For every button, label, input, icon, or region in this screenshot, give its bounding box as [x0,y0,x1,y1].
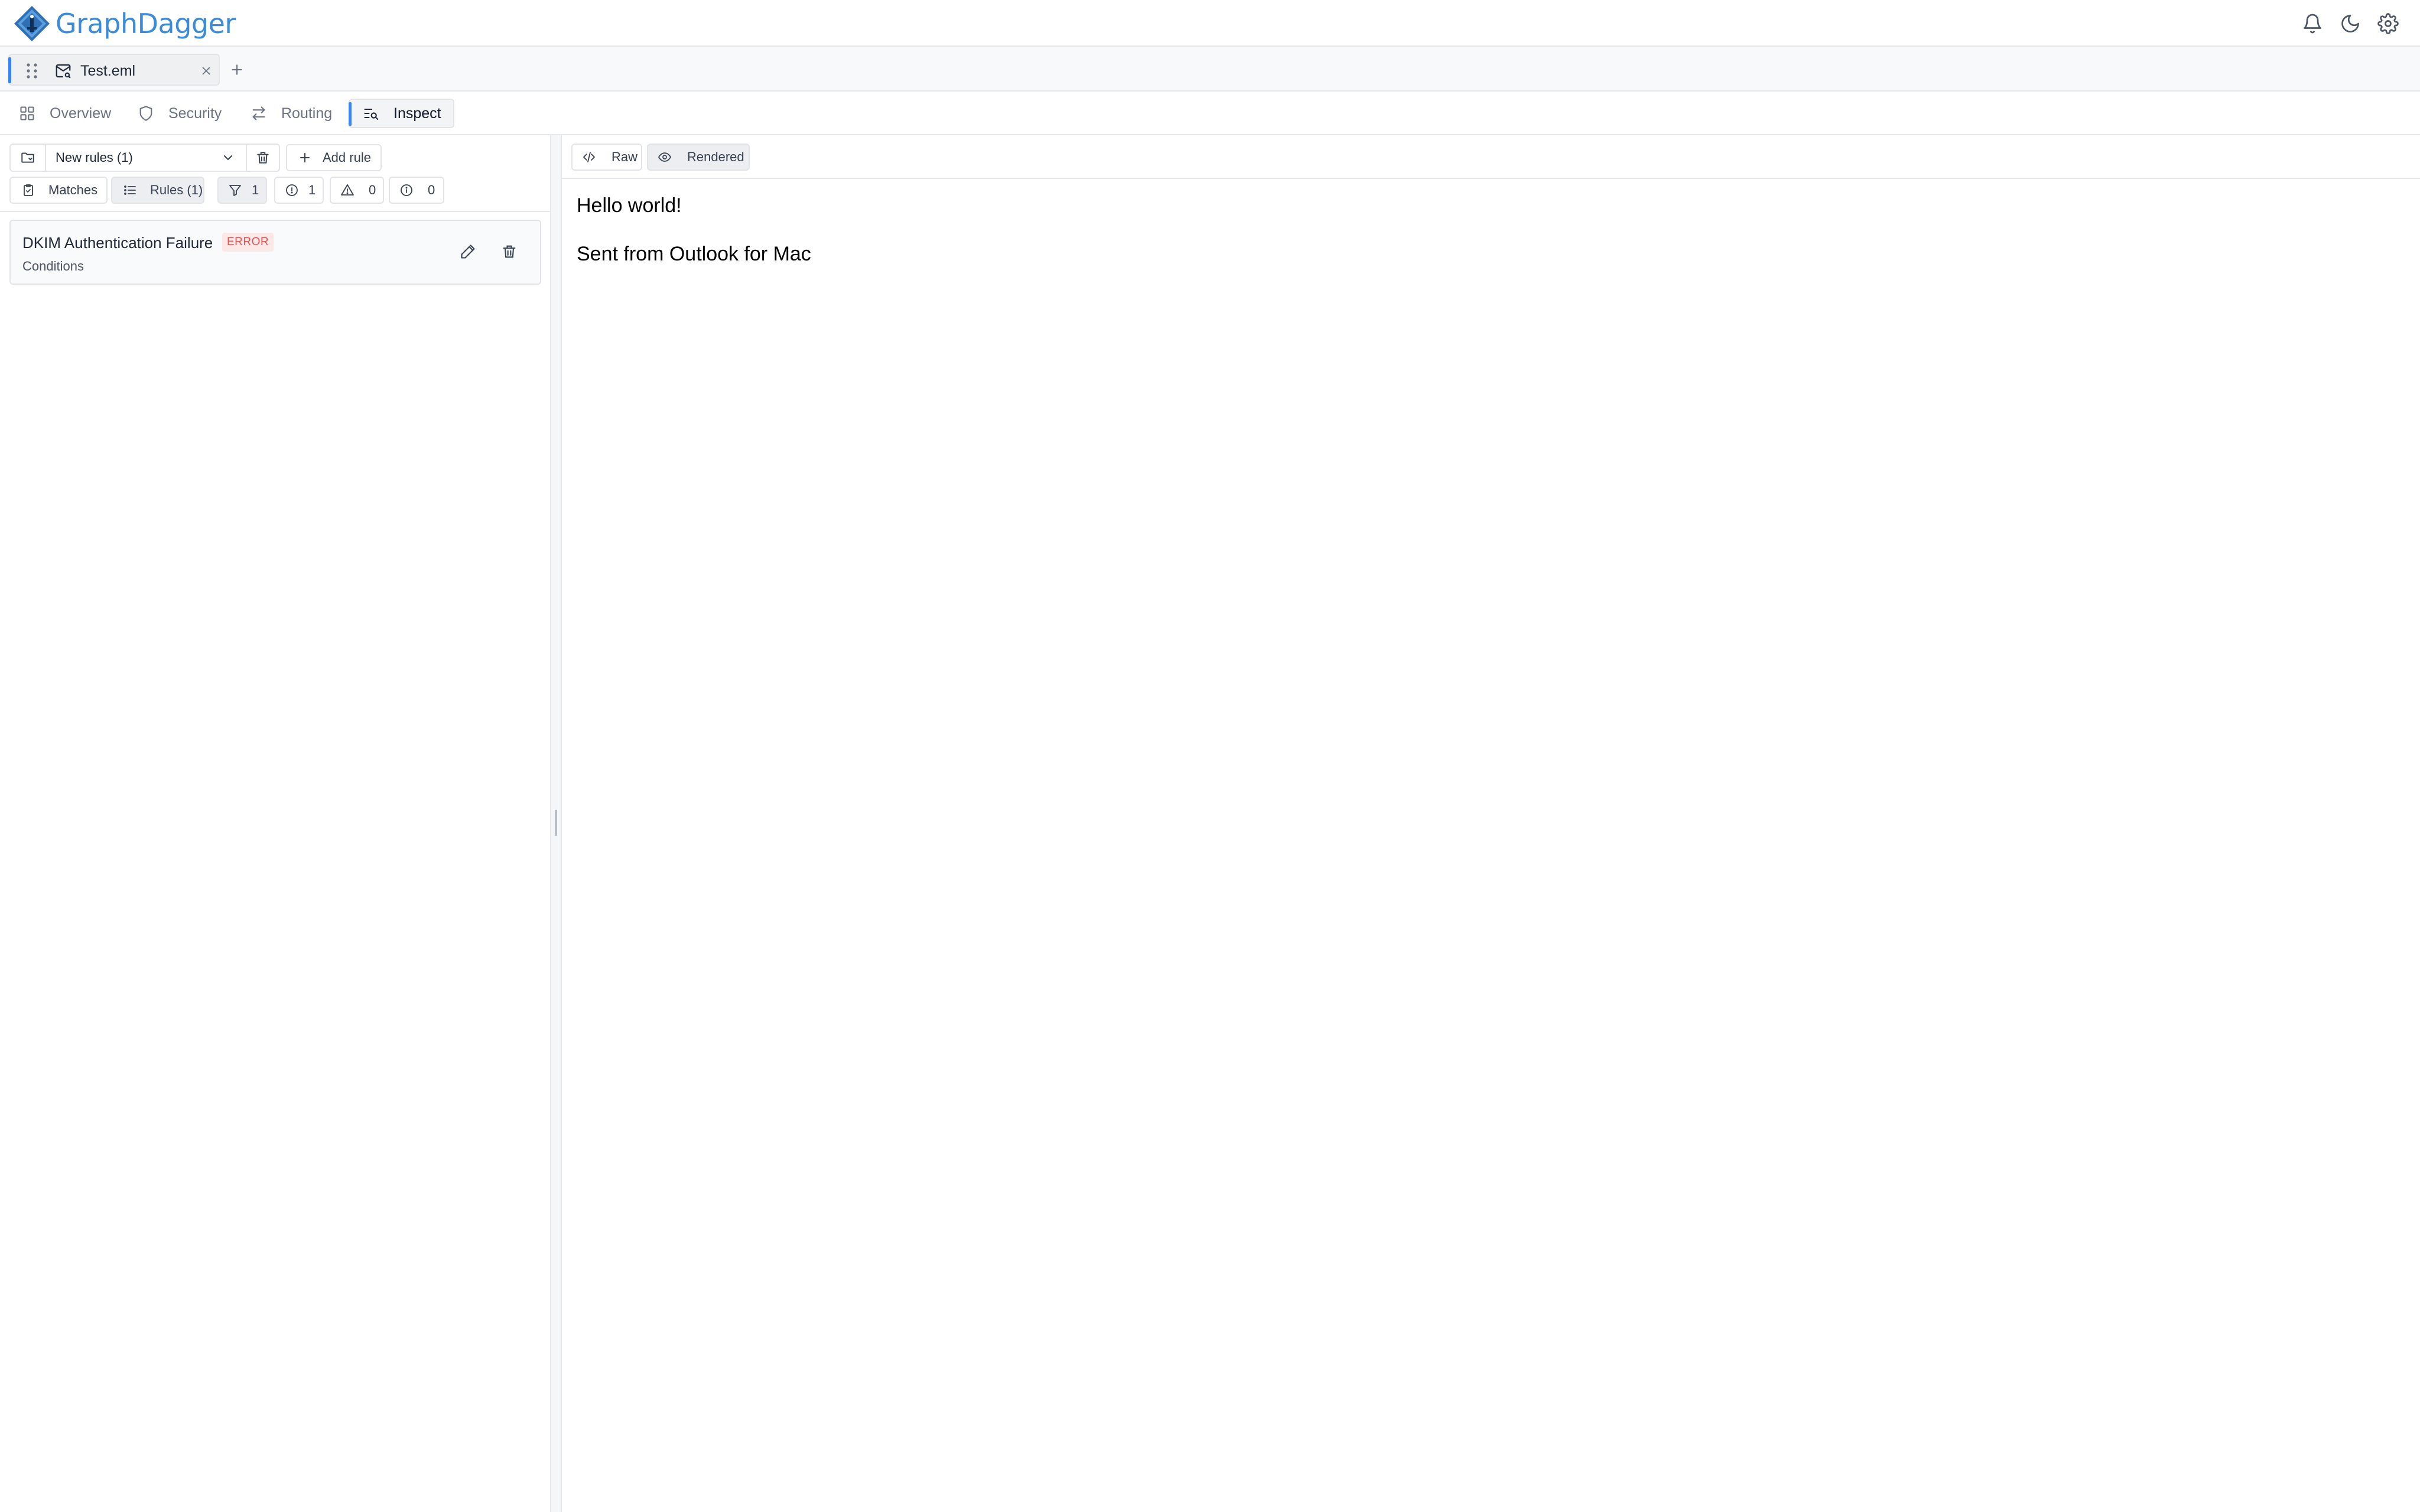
gear-icon[interactable] [2377,13,2399,34]
tab-matches-label: Matches [48,183,98,197]
tab-security[interactable]: Security [138,99,222,128]
app-logo[interactable]: GraphDagger [13,4,236,44]
rendered-view-label: Rendered [687,149,744,164]
raw-view-label: Raw [611,149,638,164]
tab-label: Security [168,105,222,122]
filter-warning-button[interactable]: 0 [330,177,384,204]
drag-handle-icon[interactable] [25,63,39,79]
viewer-toolbar: Raw Rendered [562,135,2420,179]
delete-ruleset-button[interactable] [246,145,279,171]
plus-icon [300,153,310,162]
mail-search-icon [56,64,71,79]
bell-icon[interactable] [2302,13,2323,34]
text-search-icon [364,108,379,120]
tab-label: Inspect [393,105,441,122]
filter-count: 1 [252,183,259,197]
tab-rules-label: Rules (1) [150,183,203,197]
filter-all-button[interactable]: 1 [217,177,267,204]
close-icon[interactable] [200,64,213,77]
chevron-down-icon [224,155,232,161]
theme-toggle-icon[interactable] [2340,13,2361,34]
file-tab-label: Test.eml [80,63,136,79]
shield-icon [139,106,152,121]
filter-count: 0 [369,183,376,197]
file-tab[interactable]: Test.eml [8,54,220,86]
file-tab-bar: Test.eml [0,47,2420,92]
trash-icon[interactable] [501,243,518,260]
ruleset-select[interactable]: New rules (1) [9,144,280,172]
tab-label: Overview [50,105,112,122]
clipboard-check-icon [24,184,33,196]
app-name: GraphDagger [56,8,236,40]
trash-icon [257,152,269,164]
folder-icon[interactable] [11,145,46,171]
tab-overview[interactable]: Overview [19,99,111,128]
arrows-swap-icon [252,106,265,120]
ruleset-value: New rules (1) [56,150,133,165]
info-circle-icon [401,184,412,196]
message-viewer: Raw Rendered Hello world! Sent from Outl… [562,135,2420,1512]
error-circle-icon [286,184,298,196]
active-tab-indicator [8,57,11,83]
add-rule-label: Add rule [323,150,371,165]
rendered-view-button[interactable]: Rendered [647,144,750,171]
filter-error-button[interactable]: 1 [274,177,324,204]
dagger-logo-icon [14,6,50,41]
tab-inspect[interactable]: Inspect [349,99,454,128]
list-icon [124,185,136,195]
message-body-line: Sent from Outlook for Mac [577,243,811,265]
layout-grid-icon [20,106,34,120]
app-header: GraphDagger [0,0,2420,47]
plus-icon[interactable] [228,61,246,79]
rules-panel: New rules (1) Add rule Matches Rules (1) [0,135,551,1512]
panel-divider [0,211,550,212]
filter-count: 1 [308,183,316,197]
message-body-line: Hello world! [577,194,682,217]
eye-icon [658,152,671,162]
raw-view-button[interactable]: Raw [571,144,642,171]
section-tabs: Overview Security Routing Inspect [0,92,2420,135]
tab-routing[interactable]: Routing [251,99,332,128]
code-icon [583,152,595,162]
filter-count: 0 [428,183,435,197]
tab-rules[interactable]: Rules (1) [111,177,204,204]
tab-label: Routing [281,105,333,122]
tab-matches[interactable]: Matches [9,177,108,204]
filter-info-button[interactable]: 0 [389,177,444,204]
rule-subtitle: Conditions [22,259,84,273]
panel-resizer[interactable] [551,135,562,1512]
resize-handle-icon[interactable] [555,810,557,836]
severity-badge: ERROR [222,233,274,252]
rule-item[interactable]: DKIM Authentication Failure ERROR Condit… [9,220,541,285]
filter-icon [229,185,241,196]
add-rule-button[interactable]: Add rule [286,144,382,171]
pencil-icon[interactable] [460,243,476,260]
warning-triangle-icon [341,184,354,195]
active-tab-indicator [349,102,352,126]
rule-title: DKIM Authentication Failure [22,234,213,252]
